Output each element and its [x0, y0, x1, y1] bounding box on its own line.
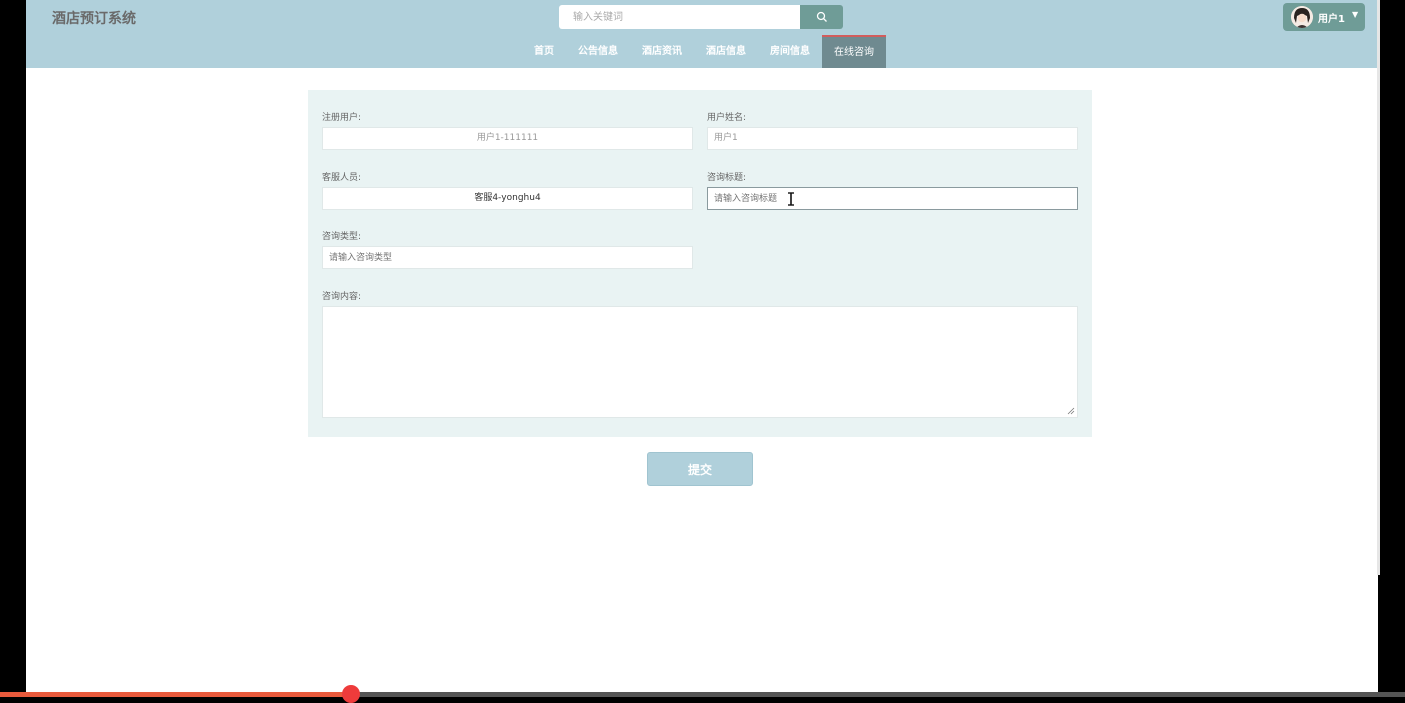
search-button[interactable] [800, 5, 843, 29]
submit-button[interactable]: 提交 [647, 452, 753, 486]
app-window: 酒店预订系统 用户1 ▼ 首页 [26, 0, 1378, 697]
nav-item-notice[interactable]: 公告信息 [566, 35, 630, 68]
consult-title-input[interactable] [707, 187, 1078, 210]
nav-item-online-consult[interactable]: 在线咨询 [822, 35, 886, 68]
main-nav: 首页 公告信息 酒店资讯 酒店信息 房间信息 在线咨询 [522, 35, 886, 68]
nav-item-hotel-news[interactable]: 酒店资讯 [630, 35, 694, 68]
registered-user-label: 注册用户: [322, 113, 362, 123]
nav-item-home[interactable]: 首页 [522, 35, 566, 68]
service-staff-select[interactable]: 客服4-yonghu4 [322, 187, 693, 210]
consult-title-label: 咨询标题: [707, 173, 747, 183]
consult-type-input[interactable] [322, 246, 693, 269]
consult-type-label: 咨询类型: [322, 232, 362, 242]
resize-handle-icon[interactable] [1067, 407, 1075, 415]
site-logo[interactable]: 酒店预订系统 [52, 8, 136, 28]
user-name-label: 用户姓名: [707, 113, 747, 123]
user-name: 用户1 [1318, 14, 1345, 25]
nav-item-room-info[interactable]: 房间信息 [758, 35, 822, 68]
nav-item-hotel-info[interactable]: 酒店信息 [694, 35, 758, 68]
video-progress-bar[interactable] [0, 685, 1405, 703]
avatar [1291, 6, 1313, 28]
search-input[interactable] [559, 5, 801, 29]
user-menu[interactable]: 用户1 ▼ [1283, 3, 1365, 31]
search-box [559, 5, 843, 29]
consult-content-label: 咨询内容: [322, 292, 362, 302]
header: 酒店预订系统 用户1 ▼ 首页 [26, 0, 1378, 68]
service-staff-label: 客服人员: [322, 173, 362, 183]
video-progress-knob[interactable] [342, 685, 361, 703]
video-progress-fill [0, 692, 352, 697]
scrollbar[interactable] [1377, 0, 1380, 575]
consult-form: 注册用户: 用户1-111111 用户姓名: 用户1 客服人员: 客服4-yon… [308, 90, 1092, 437]
registered-user-field: 用户1-111111 [322, 127, 693, 150]
text-cursor-icon [788, 192, 794, 206]
chevron-down-icon: ▼ [1352, 10, 1359, 19]
consult-content-textarea[interactable] [322, 306, 1078, 418]
user-name-field: 用户1 [707, 127, 1078, 150]
search-icon [816, 11, 827, 22]
